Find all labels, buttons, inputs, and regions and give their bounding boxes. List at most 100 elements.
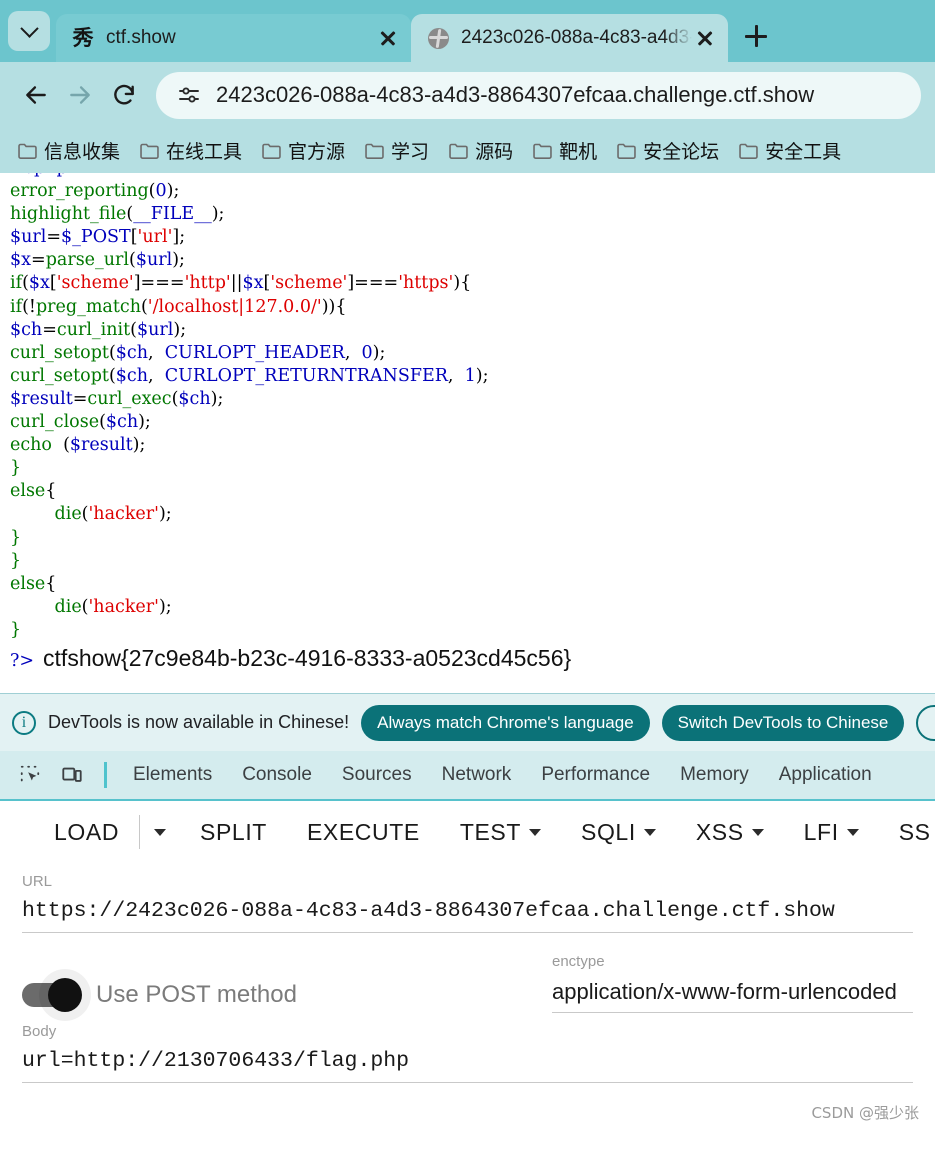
url-field[interactable]: URL https://2423c026-088a-4c83-a4d3-8864…: [0, 873, 935, 933]
xss-label: XSS: [695, 818, 744, 845]
enctype-field[interactable]: enctype application/x-www-form-urlencode…: [552, 953, 913, 1013]
test-label: TEST: [459, 818, 521, 845]
php-source-code: <?php error_reporting(0); highlight_file…: [10, 173, 489, 640]
globe-icon: [427, 27, 449, 49]
body-field[interactable]: Body url=http://2130706433/flag.php: [0, 1023, 935, 1083]
bookmark-label: 靶机: [559, 141, 598, 163]
tab-console[interactable]: Console: [228, 764, 326, 786]
lfi-label: LFI: [803, 818, 839, 845]
post-method-toggle-group[interactable]: Use POST method: [22, 978, 552, 1013]
body-input[interactable]: url=http://2130706433/flag.php: [22, 1049, 913, 1083]
tab-memory[interactable]: Memory: [666, 764, 763, 786]
devtools-tab-bar: Elements Console Sources Network Perform…: [0, 751, 935, 801]
ssrf-button[interactable]: SS: [879, 819, 935, 846]
enctype-input[interactable]: application/x-www-form-urlencoded: [552, 979, 913, 1013]
test-button[interactable]: TEST: [440, 819, 561, 846]
devtools-language-notice: i DevTools is now available in Chinese! …: [0, 693, 935, 751]
tab-strip: 秀 ctf.show 2423c026-088a-4c83-a4d3-8: [0, 0, 935, 62]
tab-network[interactable]: Network: [428, 764, 526, 786]
device-toolbar-icon[interactable]: [52, 755, 92, 795]
bookmark-label: 信息收集: [44, 141, 121, 163]
chevron-down-icon: [846, 828, 859, 836]
tab-elements[interactable]: Elements: [119, 764, 226, 786]
chevron-down-icon: [529, 828, 541, 836]
xiu-logo-icon: 秀: [72, 27, 94, 49]
close-icon[interactable]: [692, 25, 718, 51]
hackbar-toolbar: LOAD SPLIT EXECUTE TEST SQLI XSS LFI SS: [0, 801, 935, 863]
bookmark-label: 在线工具: [166, 141, 243, 163]
folder-icon: [262, 143, 281, 159]
switch-devtools-chinese-button[interactable]: Switch DevTools to Chinese: [661, 704, 905, 741]
flag-line: ?> ctfshow{27c9e84b-b23c-4916-8333-a0523…: [0, 645, 935, 672]
enctype-label: enctype: [552, 953, 605, 970]
bookmark-item[interactable]: 靶机: [525, 133, 605, 168]
php-close-tag: ?>: [10, 650, 35, 671]
plus-icon[interactable]: [734, 14, 778, 58]
use-post-method-label: Use POST method: [96, 981, 297, 1008]
url-label: URL: [22, 873, 53, 890]
bookmark-label: 安全论坛: [643, 141, 720, 163]
load-dropdown-button[interactable]: [140, 828, 180, 836]
bookmark-item[interactable]: 学习: [357, 133, 437, 168]
chevron-down-icon: [154, 828, 167, 836]
browser-tab-challenge[interactable]: 2423c026-088a-4c83-a4d3-8: [411, 14, 728, 62]
tab-search-button[interactable]: [8, 11, 50, 51]
address-bar-url: 2423c026-088a-4c83-a4d3-8864307efcaa.cha…: [216, 82, 815, 107]
browser-tab-ctfshow[interactable]: 秀 ctf.show: [56, 14, 411, 62]
url-input[interactable]: https://2423c026-088a-4c83-a4d3-8864307e…: [22, 899, 913, 933]
bookmark-label: 源码: [475, 141, 514, 163]
bookmark-item[interactable]: 在线工具: [132, 133, 250, 168]
close-icon[interactable]: [375, 25, 401, 51]
browser-toolbar: 2423c026-088a-4c83-a4d3-8864307efcaa.cha…: [0, 62, 935, 128]
divider: [104, 762, 107, 788]
favicon-glyph: 秀: [72, 25, 94, 50]
hackbar-panel: LOAD SPLIT EXECUTE TEST SQLI XSS LFI SS …: [0, 801, 935, 1131]
info-circle-icon: i: [12, 710, 36, 735]
chevron-down-icon: [643, 828, 656, 836]
bookmark-label: 学习: [391, 141, 430, 163]
post-method-row: Use POST method enctype application/x-ww…: [0, 953, 935, 1013]
bookmark-item[interactable]: 安全论坛: [609, 133, 727, 168]
forward-arrow-icon[interactable]: [58, 73, 102, 117]
folder-icon: [18, 143, 37, 159]
chevron-down-icon: [751, 828, 764, 836]
browser-window: 秀 ctf.show 2423c026-088a-4c83-a4d3-8 242…: [0, 0, 935, 693]
tab-title: 2423c026-088a-4c83-a4d3-8: [461, 27, 692, 48]
tune-settings-icon[interactable]: [174, 83, 204, 107]
load-button[interactable]: LOAD: [34, 819, 139, 846]
always-match-language-button[interactable]: Always match Chrome's language: [361, 704, 650, 741]
watermark: CSDN @强少张: [811, 1104, 919, 1122]
tab-application[interactable]: Application: [765, 764, 886, 786]
ctf-flag: ctfshow{27c9e84b-b23c-4916-8333-a0523cd4…: [43, 644, 572, 671]
notice-text: DevTools is now available in Chinese!: [48, 712, 350, 732]
inspect-element-icon[interactable]: [10, 755, 50, 795]
lfi-button[interactable]: LFI: [784, 819, 879, 846]
xss-button[interactable]: XSS: [676, 819, 784, 846]
tab-title: ctf.show: [106, 27, 176, 48]
folder-icon: [617, 143, 636, 159]
bookmark-item[interactable]: 官方源: [254, 133, 353, 168]
folder-icon: [533, 143, 552, 159]
page-content: <?php error_reporting(0); highlight_file…: [0, 173, 935, 693]
reload-icon[interactable]: [102, 73, 146, 117]
bookmark-item[interactable]: 信息收集: [10, 133, 128, 168]
toggle-knob: [48, 978, 82, 1012]
close-icon[interactable]: [916, 704, 935, 741]
body-label: Body: [22, 1023, 57, 1040]
use-post-method-toggle[interactable]: [22, 978, 82, 1012]
folder-icon: [449, 143, 468, 159]
tab-sources[interactable]: Sources: [328, 764, 426, 786]
sqli-button[interactable]: SQLI: [561, 819, 676, 846]
address-bar[interactable]: 2423c026-088a-4c83-a4d3-8864307efcaa.cha…: [156, 71, 921, 119]
tab-performance[interactable]: Performance: [527, 764, 664, 786]
chevron-down-icon: [19, 18, 39, 38]
bookmark-label: 官方源: [288, 141, 346, 163]
execute-button[interactable]: EXECUTE: [287, 819, 440, 846]
devtools-panel: i DevTools is now available in Chinese! …: [0, 693, 935, 1131]
split-button[interactable]: SPLIT: [180, 819, 287, 846]
bookmark-item[interactable]: 源码: [441, 133, 521, 168]
back-arrow-icon[interactable]: [14, 73, 58, 117]
folder-icon: [739, 143, 758, 159]
bookmark-item[interactable]: 安全工具: [731, 133, 849, 168]
folder-icon: [140, 143, 159, 159]
